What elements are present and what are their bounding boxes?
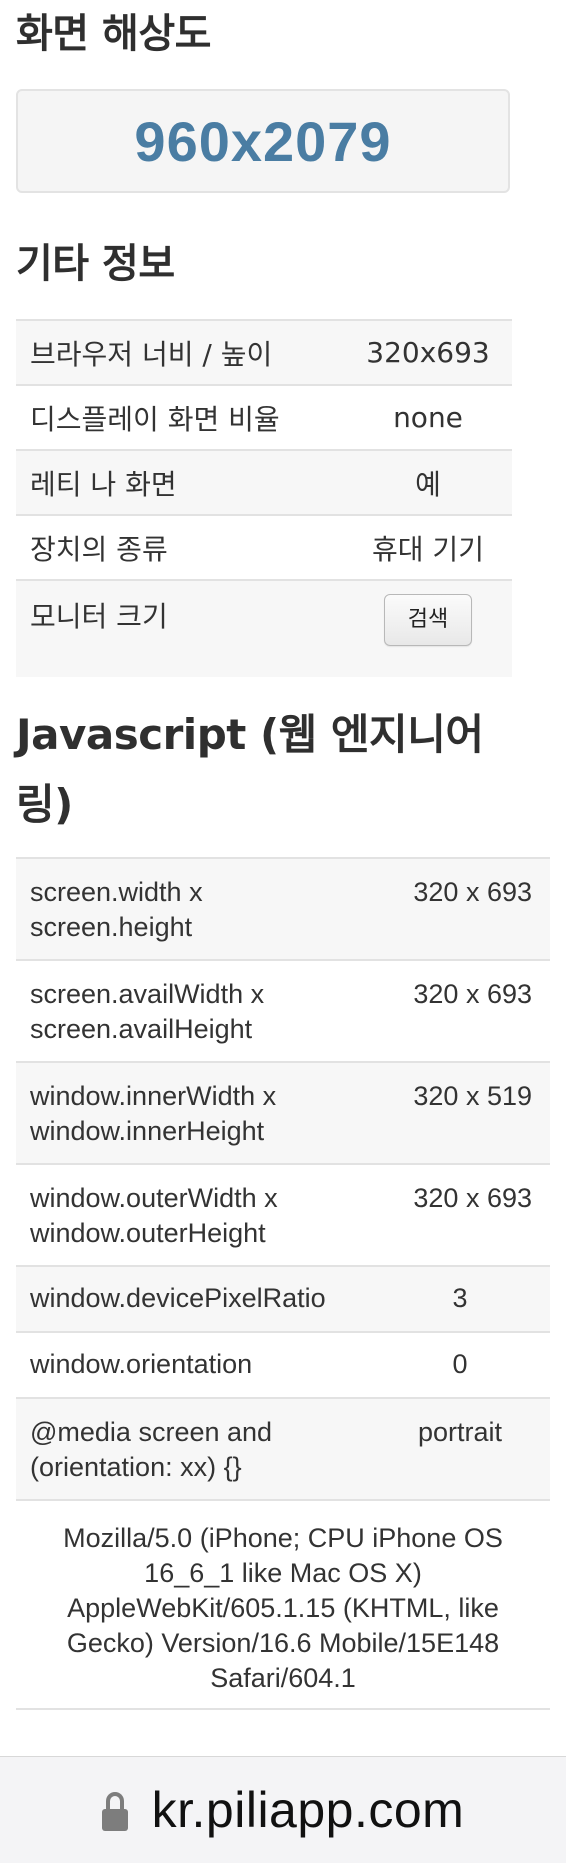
other-info-title: 기타 정보 <box>16 241 175 287</box>
row-label: 브라우저 너비 / 높이 <box>16 319 344 385</box>
table-row: window.outerWidth x window.outerHeight 3… <box>16 1163 550 1266</box>
search-button[interactable]: 검색 <box>384 594 472 646</box>
row-label: 디스플레이 화면 비율 <box>16 384 344 450</box>
row-label: screen.width x screen.height <box>16 857 370 960</box>
row-value: 320x693 <box>344 319 512 385</box>
row-value: 0 <box>370 1331 550 1398</box>
row-label: window.devicePixelRatio <box>16 1265 370 1332</box>
row-label: 레티 나 화면 <box>16 449 344 515</box>
table-row: screen.availWidth x screen.availHeight 3… <box>16 959 550 1062</box>
javascript-title: Javascript (웹 엔지니어링) <box>16 710 484 829</box>
row-value: 3 <box>370 1265 550 1332</box>
user-agent-row: Mozilla/5.0 (iPhone; CPU iPhone OS 16_6_… <box>16 1499 550 1710</box>
table-row: 레티 나 화면 예 <box>16 449 512 515</box>
row-value: 320 x 693 <box>370 959 550 1062</box>
row-label: 장치의 종류 <box>16 514 344 580</box>
table-row: window.innerWidth x window.innerHeight 3… <box>16 1061 550 1164</box>
table-row: window.devicePixelRatio 3 <box>16 1265 550 1332</box>
row-value: 휴대 기기 <box>344 514 512 580</box>
row-label: window.innerWidth x window.innerHeight <box>16 1061 370 1164</box>
row-value: none <box>344 384 512 450</box>
table-row: @media screen and (orientation: xx) {} p… <box>16 1397 550 1500</box>
table-row: 브라우저 너비 / 높이 320x693 <box>16 319 512 385</box>
row-label: window.outerWidth x window.outerHeight <box>16 1163 370 1266</box>
resolution-box: 960x2079 <box>16 89 510 193</box>
row-value: 320 x 519 <box>370 1061 550 1164</box>
table-row: 모니터 크기 검색 <box>16 579 512 677</box>
screen-resolution-title: 화면 해상도 <box>16 11 211 57</box>
row-value: 예 <box>344 449 512 515</box>
row-value: 320 x 693 <box>370 857 550 960</box>
address-bar[interactable]: kr.piliapp.com <box>0 1756 566 1863</box>
table-row: 장치의 종류 휴대 기기 <box>16 514 512 580</box>
url-text[interactable]: kr.piliapp.com <box>152 1781 465 1839</box>
user-agent-text: Mozilla/5.0 (iPhone; CPU iPhone OS 16_6_… <box>16 1499 550 1710</box>
row-value: 검색 <box>344 579 512 677</box>
lock-icon <box>101 1792 128 1832</box>
table-row: 디스플레이 화면 비율 none <box>16 384 512 450</box>
row-value: portrait <box>370 1397 550 1500</box>
table-row: window.orientation 0 <box>16 1331 550 1398</box>
resolution-value: 960x2079 <box>134 109 392 173</box>
row-label: screen.availWidth x screen.availHeight <box>16 959 370 1062</box>
javascript-table: screen.width x screen.height 320 x 693 s… <box>16 857 550 1710</box>
row-label: @media screen and (orientation: xx) {} <box>16 1397 370 1500</box>
row-label: window.orientation <box>16 1331 370 1398</box>
row-value: 320 x 693 <box>370 1163 550 1266</box>
table-row: screen.width x screen.height 320 x 693 <box>16 857 550 960</box>
row-label: 모니터 크기 <box>16 579 344 677</box>
other-info-table: 브라우저 너비 / 높이 320x693 디스플레이 화면 비율 none 레티… <box>16 319 512 677</box>
